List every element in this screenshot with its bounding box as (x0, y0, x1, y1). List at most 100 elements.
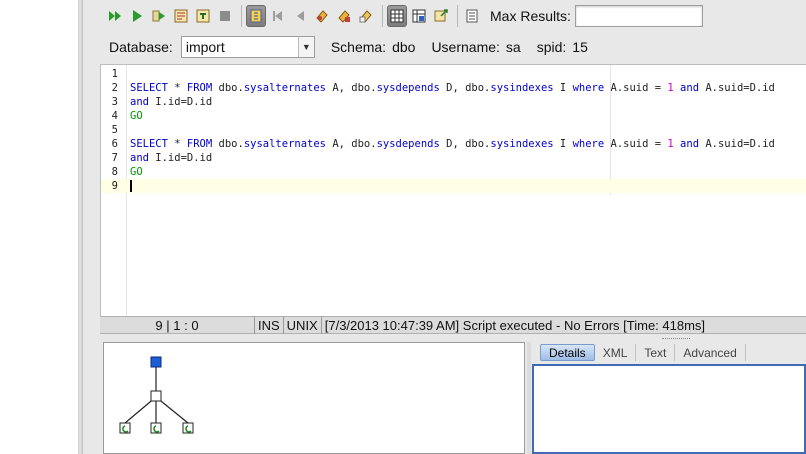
results-tabs: Details XML Text Advanced (540, 344, 746, 362)
editor-line[interactable]: 2 SELECT * FROM dbo.sysalternates A, dbo.… (101, 81, 806, 95)
toolbar-separator (457, 5, 458, 27)
editor-line[interactable]: 4 GO (101, 109, 806, 123)
code-token: A, dbo. (326, 138, 377, 150)
spid-label: spid: (536, 39, 567, 55)
code-token: GO (130, 166, 143, 178)
code-token: A.suid=D.id (699, 138, 775, 150)
spid-value: 15 (572, 39, 588, 55)
code-token: sysalternates (243, 82, 326, 94)
code-token: FROM (186, 82, 213, 94)
plan-join-node[interactable] (150, 390, 162, 402)
code-token: I (553, 82, 573, 94)
run-all-icon[interactable] (105, 5, 125, 27)
code-token: I.id=D.id (148, 96, 213, 108)
execution-plan-pane[interactable] (103, 342, 525, 454)
editor-line[interactable]: 8 GO (101, 165, 806, 179)
back-icon[interactable] (268, 5, 288, 27)
code-token: A.suid=D.id (699, 82, 775, 94)
line-code: GO (130, 109, 143, 123)
editor-line[interactable]: 3 and I.id=D.id (101, 95, 806, 109)
tab-xml[interactable]: XML (595, 344, 637, 361)
code-token: SELECT (130, 138, 168, 150)
run-step-icon[interactable] (149, 5, 169, 27)
line-number: 4 (111, 110, 118, 122)
format-icon[interactable] (246, 5, 266, 27)
toolbar-separator (382, 5, 383, 27)
bookmark-prev-icon[interactable] (356, 5, 376, 27)
database-label: Database: (109, 39, 173, 55)
code-token: D, dbo. (439, 82, 491, 94)
editor-line[interactable]: 5 (101, 123, 806, 137)
sql-editor[interactable]: 1 2 SELECT * FROM dbo.sysalternates A, dbo… (100, 64, 806, 316)
line-number: 2 (111, 82, 118, 94)
plan-leaf-node[interactable] (119, 422, 131, 434)
plan-icon[interactable] (193, 5, 213, 27)
chevron-down-icon[interactable]: ▼ (297, 37, 314, 57)
line-number: 8 (111, 166, 118, 178)
plan-tree (119, 356, 194, 434)
tab-advanced[interactable]: Advanced (675, 344, 746, 361)
code-token: A.suid = (604, 82, 668, 94)
username-label: Username: (431, 39, 500, 55)
editor-line[interactable]: 1 (101, 67, 806, 81)
schema-info: Schema: dbo (331, 39, 416, 55)
line-code: and I.id=D.id (130, 95, 212, 109)
code-token: sysindexes (490, 82, 554, 94)
username-info: Username: sa (431, 39, 520, 55)
editor-line[interactable]: 7 and I.id=D.id (101, 151, 806, 165)
code-token: GO (130, 110, 143, 122)
code-token: and (680, 138, 700, 150)
code-token: and (680, 82, 700, 94)
code-token: and (130, 96, 149, 108)
spid-info: spid: 15 (537, 39, 588, 55)
text-caret (130, 180, 132, 192)
grid-view-icon[interactable] (387, 5, 407, 27)
plan-leaf-node[interactable] (182, 422, 194, 434)
line-number: 6 (111, 138, 118, 150)
line-code: and I.id=D.id (130, 151, 212, 165)
tab-details[interactable]: Details (540, 344, 595, 361)
line-code: GO (130, 165, 143, 179)
editor-line[interactable]: 9 (101, 179, 806, 193)
bookmark-icon[interactable] (312, 5, 332, 27)
schema-value: dbo (392, 39, 416, 55)
left-blank-area (0, 0, 78, 454)
database-value: import (185, 39, 225, 55)
export-icon[interactable] (431, 5, 451, 27)
status-message: [7/3/2013 10:47:39 AM] Script executed -… (324, 317, 706, 333)
pane-splitter[interactable] (527, 342, 531, 454)
forward-icon[interactable] (290, 5, 310, 27)
code-token: D, dbo. (439, 138, 491, 150)
toolbar-separator (241, 5, 242, 27)
toolbar: Max Results: (83, 0, 806, 32)
code-token: where (572, 138, 605, 150)
status-bar: 9 | 1 : 0 INS UNIX [7/3/2013 10:47:39 AM… (100, 316, 806, 334)
insert-mode: INS (255, 316, 284, 334)
code-token: sysalternates (243, 138, 326, 150)
plan-root-node[interactable] (150, 356, 162, 368)
max-results-input[interactable] (574, 5, 703, 27)
stop-icon[interactable] (215, 5, 235, 27)
database-select[interactable]: import ▼ (180, 36, 315, 58)
editor-line[interactable]: 6 SELECT * FROM dbo.sysalternates A, dbo.… (101, 137, 806, 151)
line-number: 7 (111, 152, 118, 164)
explain-icon[interactable] (171, 5, 191, 27)
code-token: A.suid = (604, 138, 668, 150)
code-token: where (572, 82, 605, 94)
resize-grip[interactable] (662, 338, 690, 341)
details-content[interactable] (532, 364, 806, 454)
history-icon[interactable] (462, 5, 482, 27)
bookmark-next-icon[interactable] (334, 5, 354, 27)
line-code: SELECT * FROM dbo.sysalternates A, dbo.s… (130, 81, 775, 95)
schema-label: Schema: (330, 39, 387, 55)
plan-leaf-node[interactable] (150, 422, 162, 434)
line-ending: UNIX (284, 316, 322, 334)
tab-text[interactable]: Text (636, 344, 676, 361)
code-token: I.id=D.id (148, 152, 213, 164)
code-token: SELECT (130, 82, 168, 94)
line-number: 9 (111, 180, 118, 192)
run-icon[interactable] (127, 5, 147, 27)
plan-view-icon[interactable] (409, 5, 429, 27)
code-token: FROM (186, 138, 213, 150)
results-area: Details XML Text Advanced (100, 338, 806, 454)
